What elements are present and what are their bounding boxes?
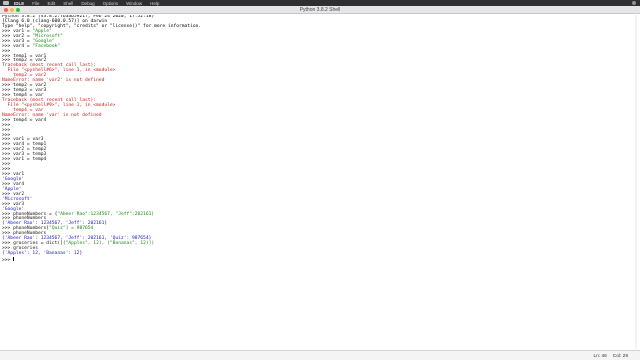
string-literal: "Quiz"] = 987654 <box>49 226 94 232</box>
maximize-window-icon[interactable] <box>16 8 20 12</box>
output-text: {'Apples': 12, 'Bananas': 12} <box>2 251 83 256</box>
menu-window[interactable]: Window <box>126 1 142 6</box>
status-menu-icon[interactable] <box>632 1 636 5</box>
menu-shell[interactable]: Shell <box>63 1 73 6</box>
line-number: Ln: 46 <box>593 354 607 359</box>
string-literal: "Facebook" <box>32 43 61 49</box>
status-bar: Ln: 46 Col: 29 <box>0 350 640 360</box>
string-literal: "Apples", 12), ("Bananas", 12)]) <box>65 241 155 247</box>
window-controls <box>4 8 20 12</box>
menu-file[interactable]: File <box>32 1 39 6</box>
menu-debug[interactable]: Debug <box>81 1 94 6</box>
input-code: temp4 = var4 <box>13 117 47 123</box>
menu-help[interactable]: Help <box>150 1 159 6</box>
apple-menu-icon[interactable] <box>3 1 9 5</box>
menu-app-name[interactable]: IDLE <box>14 1 24 6</box>
column-number: Col: 29 <box>612 354 628 359</box>
vertical-scrollbar[interactable] <box>635 15 637 349</box>
minimize-window-icon[interactable] <box>10 8 14 12</box>
shell-output[interactable]: Python 3.8.2 (v3.8.2:7b3ab5921f, Feb 24 … <box>2 15 630 350</box>
prompt-marker: >>> <box>2 257 14 263</box>
menu-edit[interactable]: Edit <box>48 1 56 6</box>
shell-line: >>> <box>2 256 630 263</box>
input-code: var4 = <box>13 43 33 49</box>
window-titlebar[interactable]: Python 3.8.2 Shell <box>0 6 640 14</box>
menu-options[interactable]: Options <box>103 1 119 6</box>
string-literal: "Abeer Rao":1234567, "Jeff":202161} <box>57 211 155 217</box>
close-window-icon[interactable] <box>4 8 8 12</box>
input-code: var1 = temp4 <box>13 157 47 163</box>
text-cursor <box>13 256 15 262</box>
window-title: Python 3.8.2 Shell <box>299 7 341 13</box>
